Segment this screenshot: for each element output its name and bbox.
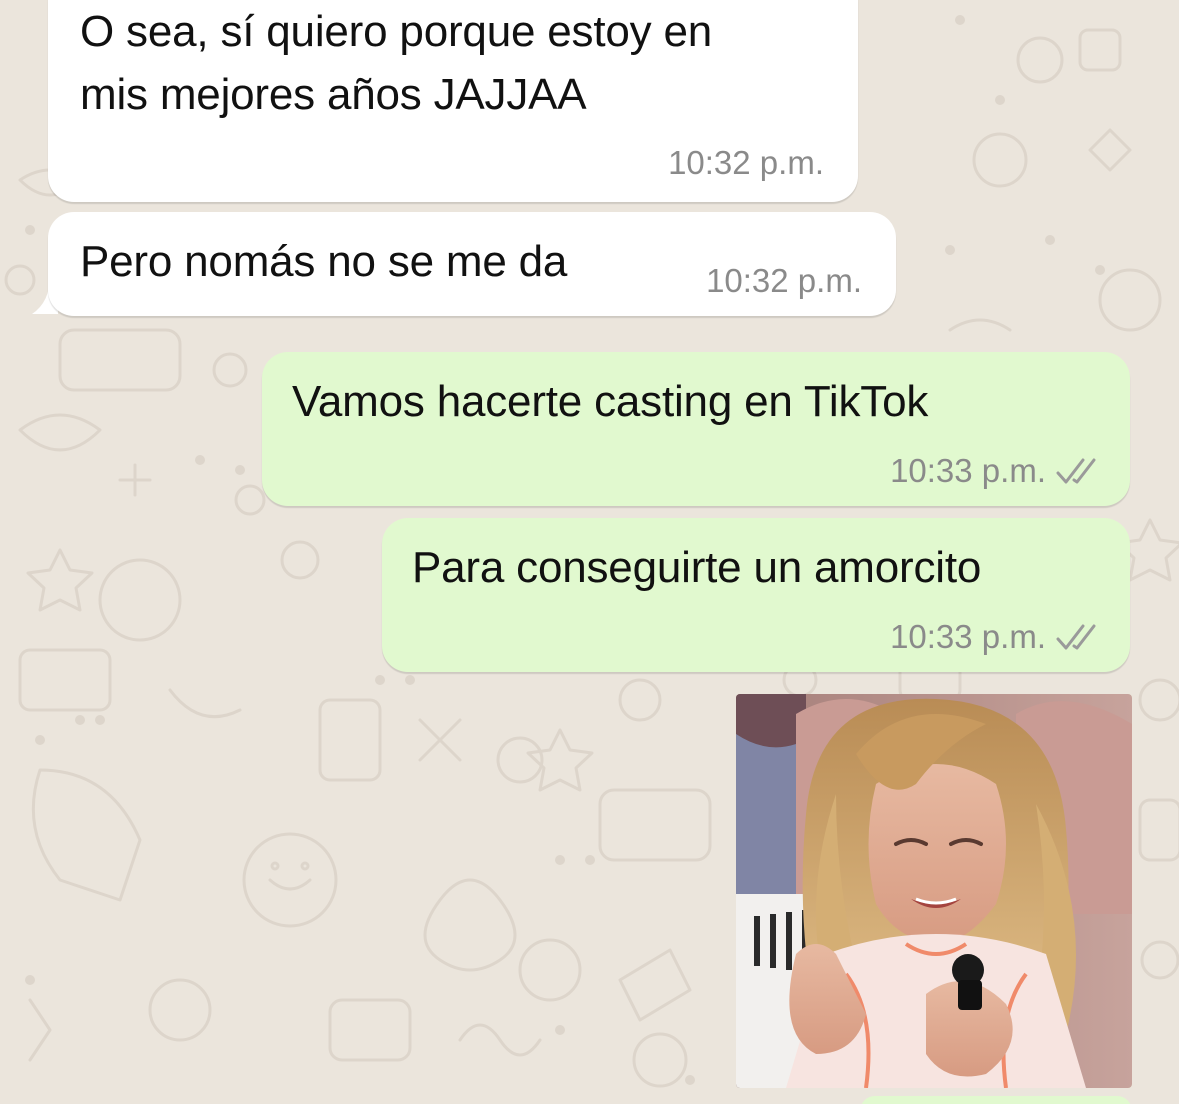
message-text: Vamos hacerte casting en TikTok [292, 377, 929, 426]
message-timestamp: 10:33 p.m. [890, 452, 1046, 489]
message-bubble-incoming[interactable]: O sea, sí quiero porque estoy en mis mej… [48, 0, 858, 202]
message-timestamp: 10:33 p.m. [890, 618, 1046, 655]
message-bubble-outgoing-partial[interactable] [860, 1096, 1132, 1104]
message-text: Pero nomás no se me da [80, 237, 568, 286]
chat-area[interactable]: O sea, sí quiero porque estoy en mis mej… [0, 0, 1179, 1104]
message-text: Para conseguirte un amorcito [412, 543, 982, 592]
sticker-image[interactable] [736, 694, 1132, 1088]
double-check-icon [1056, 458, 1096, 484]
sticker-photo [736, 694, 1132, 1088]
message-meta: 10:33 p.m. [890, 618, 1100, 656]
message-meta: 10:33 p.m. [890, 452, 1100, 490]
message-bubble-outgoing[interactable]: Vamos hacerte casting en TikTok 10:33 p.… [262, 352, 1130, 506]
double-check-icon [1056, 624, 1096, 650]
message-timestamp: 10:32 p.m. [668, 144, 824, 181]
message-bubble-incoming[interactable]: Pero nomás no se me da 10:32 p.m. [48, 212, 896, 316]
message-timestamp: 10:32 p.m. [706, 262, 862, 299]
message-text: O sea, sí quiero porque estoy en mis mej… [80, 7, 712, 119]
message-bubble-outgoing[interactable]: Para conseguirte un amorcito 10:33 p.m. [382, 518, 1130, 672]
